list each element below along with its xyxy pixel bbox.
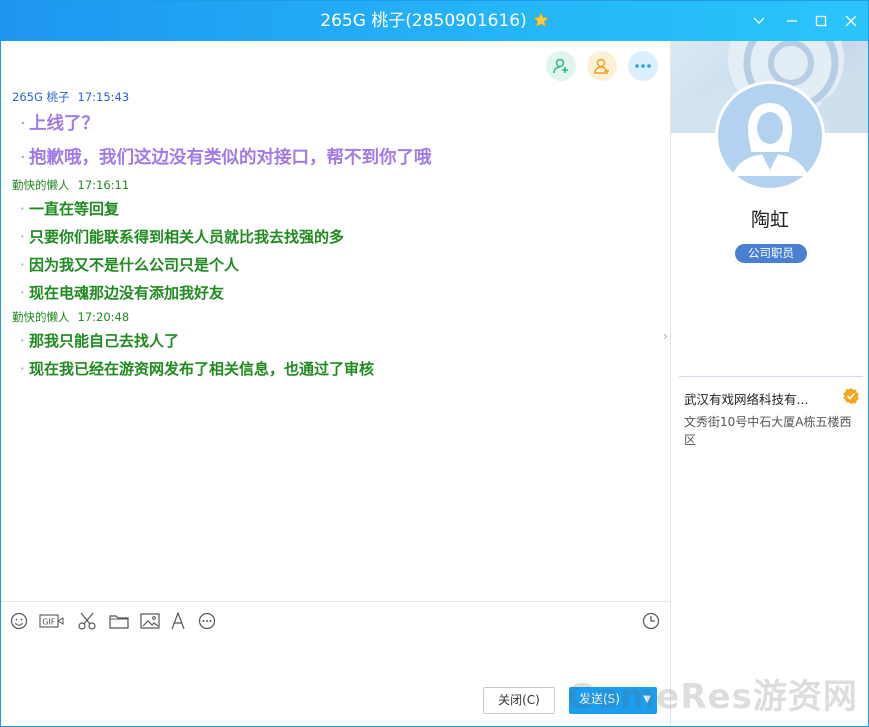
divider — [679, 376, 863, 377]
message-line-text: 抱歉哦，我们这边没有类似的对接口，帮不到你了哦 — [29, 148, 432, 168]
message-text: · 现在电魂那边没有添加我好友 — [1, 279, 670, 307]
message-line-text: 现在电魂那边没有添加我好友 — [29, 284, 225, 302]
message-time: 17:16:11 — [77, 178, 130, 192]
message-line-text: 现在我已经在游资网发布了相关信息，也通过了审核 — [29, 360, 375, 378]
sender-name[interactable]: 勤快的懒人 — [12, 310, 70, 324]
close-button[interactable]: 关闭(C) — [483, 687, 555, 714]
emoji-icon[interactable] — [8, 611, 30, 631]
message-text: · 抱歉哦，我们这边没有类似的对接口，帮不到你了哦 — [1, 141, 670, 175]
bullet-dot: · — [20, 332, 25, 350]
message-sender-line: 勤快的懒人 17:16:11 — [12, 175, 670, 195]
more-icon[interactable] — [628, 51, 658, 81]
message-text: · 只要你们能联系得到相关人员就比我去找强的多 — [1, 223, 670, 251]
add-friend-icon[interactable] — [546, 51, 576, 81]
chevron-right-icon[interactable]: › — [663, 329, 673, 355]
message-line-text: 一直在等回复 — [29, 200, 120, 218]
bullet-dot: · — [20, 284, 25, 302]
sender-name[interactable]: 265G 桃子 — [12, 90, 70, 104]
message-line-text: 上线了？ — [29, 114, 99, 134]
svg-text:GIF: GIF — [42, 618, 56, 627]
bullet-dot: · — [20, 114, 26, 134]
input-toolbar: GIF — [1, 601, 670, 640]
bullet-dot: · — [20, 256, 25, 274]
watermark-logo: GameRes游资网 — [567, 677, 858, 717]
bullet-dot: · — [20, 148, 26, 168]
gif-icon[interactable]: GIF — [39, 611, 65, 631]
avatar[interactable] — [715, 81, 825, 191]
message-line-text: 那我只能自己去找人了 — [29, 332, 180, 350]
message-line-text: 只要你们能联系得到相关人员就比我去找强的多 — [29, 228, 345, 246]
message-text: · 因为我又不是什么公司只是个人 — [1, 251, 670, 279]
clock-icon[interactable] — [640, 611, 662, 631]
minimize-icon[interactable] — [782, 11, 802, 31]
company-address: 文秀街10号中石大厦A栋五楼西区 — [684, 415, 852, 447]
image-icon[interactable] — [139, 611, 161, 631]
folder-icon[interactable] — [108, 611, 130, 631]
window-title-text: 265G 桃子(2850901616) — [320, 11, 527, 31]
verified-badge-icon — [842, 387, 860, 405]
contact-card-icon[interactable] — [587, 51, 617, 81]
profile-name: 陶虹 — [750, 209, 789, 231]
profile-tag: 公司职员 — [735, 244, 807, 263]
bullet-dot: · — [20, 228, 25, 246]
vip-star-icon — [533, 3, 549, 27]
message-area[interactable]: 265G 桃子 17:15:43 · 上线了？ · 抱歉哦，我们这边没有类似的对接口，帮不… — [1, 41, 670, 601]
more-circle-icon[interactable] — [196, 611, 218, 631]
chat-window: 265G 桃子(2850901616) 265G 桃子 17:15:43 · 上线了？… — [0, 0, 869, 727]
font-icon[interactable] — [167, 611, 189, 631]
message-sender-line: 265G 桃子 17:15:43 — [12, 87, 670, 107]
close-icon[interactable] — [841, 11, 861, 31]
message-sender-line: 勤快的懒人 17:20:48 — [12, 307, 670, 327]
window-title: 265G 桃子(2850901616) — [1, 1, 868, 41]
sender-name[interactable]: 勤快的懒人 — [12, 178, 70, 192]
profile-panel: 陶虹 公司职员 › 武汉有戏网络科技有... 文秀街10号中石大厦A栋五楼西区 — [663, 41, 868, 726]
message-text: · 上线了？ — [1, 107, 670, 141]
message-text: · 一直在等回复 — [1, 195, 670, 223]
title-bar[interactable]: 265G 桃子(2850901616) — [1, 1, 868, 41]
chevron-down-icon[interactable] — [749, 11, 769, 31]
message-list: 265G 桃子 17:15:43 · 上线了？ · 抱歉哦，我们这边没有类似的对接口，帮不… — [1, 87, 670, 383]
message-line-text: 因为我又不是什么公司只是个人 — [29, 256, 240, 274]
chat-actions — [546, 51, 658, 81]
bullet-dot: · — [20, 360, 25, 378]
maximize-icon[interactable] — [811, 11, 831, 31]
message-text: · 现在我已经在游资网发布了相关信息，也通过了审核 — [1, 355, 670, 383]
bullet-dot: · — [20, 200, 25, 218]
company-name[interactable]: 武汉有戏网络科技有... — [684, 389, 824, 408]
message-time: 17:15:43 — [77, 90, 130, 104]
message-text: · 那我只能自己去找人了 — [1, 327, 670, 355]
scissors-icon[interactable] — [76, 611, 98, 631]
message-time: 17:20:48 — [77, 310, 130, 324]
